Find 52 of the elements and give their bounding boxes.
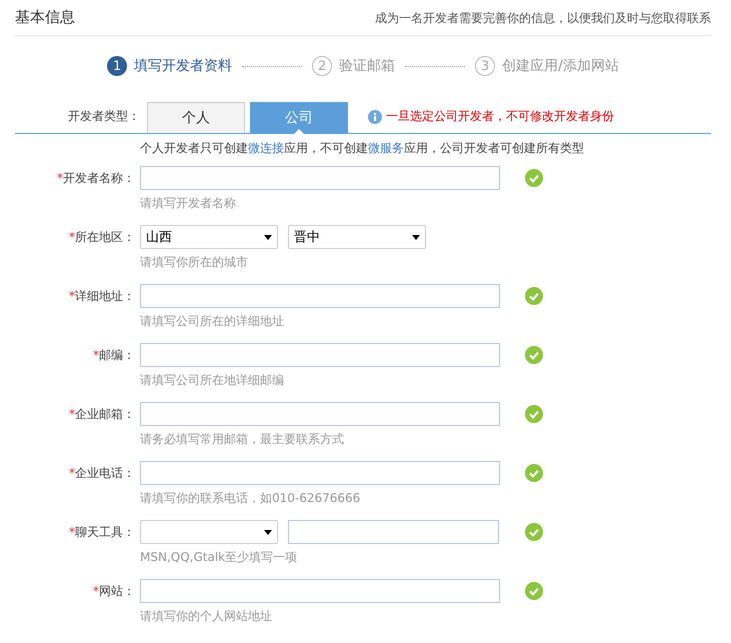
required-mark: * [69, 407, 75, 421]
field-hint: 请填写你所在的城市 [140, 254, 249, 271]
field-label: 网站： [99, 582, 135, 600]
field-label: 所在地区： [75, 228, 135, 246]
step-label: 填写开发者资料 [134, 57, 232, 75]
input-field[interactable] [140, 402, 500, 426]
warning-text: 一旦选定公司开发者，不可修改开发者身份 [386, 108, 614, 125]
dropdown[interactable] [140, 520, 278, 544]
dropdown[interactable]: 山西 [140, 225, 278, 249]
caret-down-icon [264, 234, 272, 240]
field-hint: 请填写你的个人网站地址 [140, 608, 273, 625]
required-mark: * [93, 348, 99, 362]
field-label: 详细地址： [75, 288, 135, 304]
field-hint: 请填写公司所在的详细地址 [140, 313, 285, 330]
section-title: 基本信息 [15, 8, 75, 27]
info-icon [368, 110, 382, 124]
required-mark: * [69, 230, 75, 244]
note-link[interactable]: 微连接 [248, 140, 284, 154]
input-field[interactable] [140, 343, 500, 367]
field-label: 聊天工具： [75, 524, 135, 540]
field-label: 邮编： [99, 346, 135, 364]
input-field[interactable] [140, 579, 500, 603]
required-mark: * [69, 466, 75, 480]
field-label: 企业电话： [75, 464, 135, 482]
field-hint: 请填写公司所在地详细邮编 [140, 372, 285, 389]
type-tab[interactable]: 个人 [147, 102, 245, 133]
step-label: 创建应用/添加网站 [502, 57, 619, 75]
step-label: 验证邮箱 [339, 57, 396, 75]
field-label: 开发者类型： [67, 108, 140, 125]
caret-down-icon [264, 530, 272, 534]
field-hint: MSN,QQ,Gtalk至少填写一项 [140, 549, 298, 566]
input-field[interactable] [288, 520, 499, 544]
note-link[interactable]: 微服务 [368, 140, 404, 154]
input-field[interactable] [140, 166, 500, 190]
field-hint: 请填写你的联系电话，如010-62676666 [140, 490, 362, 507]
step-number: 3 [475, 56, 496, 76]
required-mark: * [69, 525, 75, 539]
type-note: 个人开发者只可创建微连接应用，不可创建微服务应用，公司开发者可创建所有类型 [140, 140, 584, 156]
caret-down-icon [412, 234, 420, 240]
required-mark: * [69, 289, 75, 303]
step-number: 2 [312, 56, 332, 76]
step-number: 1 [107, 56, 128, 76]
required-mark: * [57, 171, 63, 185]
field-label: 开发者名称： [63, 170, 135, 186]
section-subtitle: 成为一名开发者需要完善你的信息，以便我们及时与您取得联系 [375, 10, 711, 27]
required-mark: * [93, 584, 99, 598]
dropdown[interactable]: 晋中 [288, 225, 426, 249]
field-label: 企业邮箱： [75, 406, 135, 422]
input-field[interactable] [140, 284, 500, 308]
field-hint: 请填写开发者名称 [140, 195, 237, 212]
input-field[interactable] [140, 461, 500, 485]
field-hint: 请务必填写常用邮箱，最主要联系方式 [140, 431, 345, 448]
